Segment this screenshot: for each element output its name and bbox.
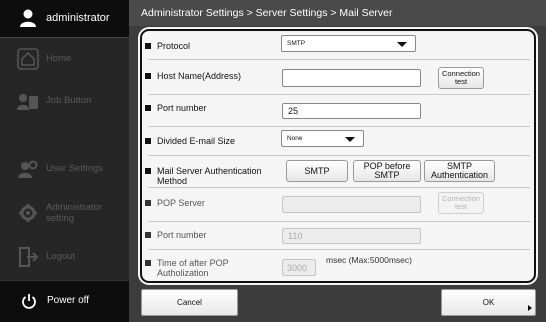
sidebar: administrator Home Job Button User Setti… bbox=[0, 0, 129, 322]
divider bbox=[148, 187, 530, 188]
user-header: administrator bbox=[0, 0, 129, 38]
administrator-setting-icon bbox=[19, 204, 37, 222]
chevron-down-icon bbox=[397, 41, 407, 47]
port-number-label: Port number bbox=[145, 103, 207, 113]
cancel-button[interactable]: Cancel bbox=[141, 289, 238, 316]
logout-icon bbox=[19, 247, 39, 267]
user-settings-icon bbox=[18, 160, 38, 178]
auth-pop-before-smtp-button[interactable]: POP before SMTP bbox=[353, 160, 421, 182]
pop-time-input[interactable]: 3000 bbox=[282, 259, 316, 276]
home-icon bbox=[17, 48, 39, 70]
auth-smtp-button[interactable]: SMTP bbox=[286, 160, 348, 182]
port-number-input[interactable]: 25 bbox=[282, 103, 421, 119]
host-connection-test-button[interactable]: Connection test bbox=[438, 67, 484, 89]
divider bbox=[148, 249, 530, 250]
nav-job-button[interactable]: Job Button bbox=[0, 80, 129, 122]
breadcrumb: Administrator Settings > Server Settings… bbox=[129, 0, 546, 26]
pop-port-number-label: Port number bbox=[145, 230, 207, 240]
divided-email-size-label: Divided E-mail Size bbox=[144, 136, 236, 146]
power-off-button[interactable]: Power off bbox=[0, 280, 129, 322]
nav-administrator-setting[interactable]: Administrator setting bbox=[0, 192, 129, 234]
host-name-input[interactable] bbox=[282, 69, 421, 87]
nav-user-settings[interactable]: User Settings bbox=[0, 148, 129, 190]
host-name-label: Host Name(Address) bbox=[144, 71, 242, 81]
divider bbox=[148, 221, 530, 222]
ok-button[interactable]: OK bbox=[441, 289, 536, 316]
pop-port-number-input[interactable]: 110 bbox=[282, 228, 421, 244]
protocol-value: SMTP bbox=[287, 40, 306, 47]
divided-email-size-value: None bbox=[287, 135, 303, 142]
nav-home-label: Home bbox=[46, 53, 72, 64]
ok-label: OK bbox=[482, 298, 495, 307]
pop-server-input[interactable] bbox=[282, 196, 421, 213]
pop-time-label: Time of after POP Autholization bbox=[145, 258, 275, 278]
username: administrator bbox=[46, 12, 110, 24]
pop-time-suffix: msec (Max:5000msec) bbox=[326, 255, 412, 265]
power-off-label: Power off bbox=[47, 295, 90, 306]
protocol-select[interactable]: SMTP bbox=[281, 35, 416, 52]
nav-administrator-setting-label: Administrator setting bbox=[46, 202, 102, 224]
user-icon bbox=[20, 9, 36, 27]
cancel-label: Cancel bbox=[177, 298, 202, 307]
divider bbox=[148, 94, 530, 95]
divider bbox=[148, 155, 530, 156]
auth-smtp-authentication-button[interactable]: SMTP Authentication bbox=[424, 160, 495, 182]
nav-logout-label: Logout bbox=[46, 251, 76, 262]
divider bbox=[148, 126, 530, 127]
divided-email-size-select[interactable]: None bbox=[281, 130, 364, 147]
job-button-icon bbox=[17, 94, 38, 110]
nav-home[interactable]: Home bbox=[0, 38, 129, 80]
protocol-label: Protocol bbox=[144, 41, 191, 51]
nav-job-button-label: Job Button bbox=[46, 95, 92, 106]
pop-connection-test-button[interactable]: Connection test bbox=[438, 192, 484, 214]
nav-logout[interactable]: Logout bbox=[0, 236, 129, 278]
pop-server-label: POP Server bbox=[145, 198, 205, 208]
arrow-right-icon bbox=[528, 305, 532, 311]
divider bbox=[148, 59, 530, 60]
power-icon bbox=[22, 294, 36, 309]
nav-user-settings-label: User Settings bbox=[46, 163, 104, 174]
chevron-down-icon bbox=[345, 136, 355, 142]
auth-method-label: Mail Server Authentication Method bbox=[145, 166, 275, 186]
